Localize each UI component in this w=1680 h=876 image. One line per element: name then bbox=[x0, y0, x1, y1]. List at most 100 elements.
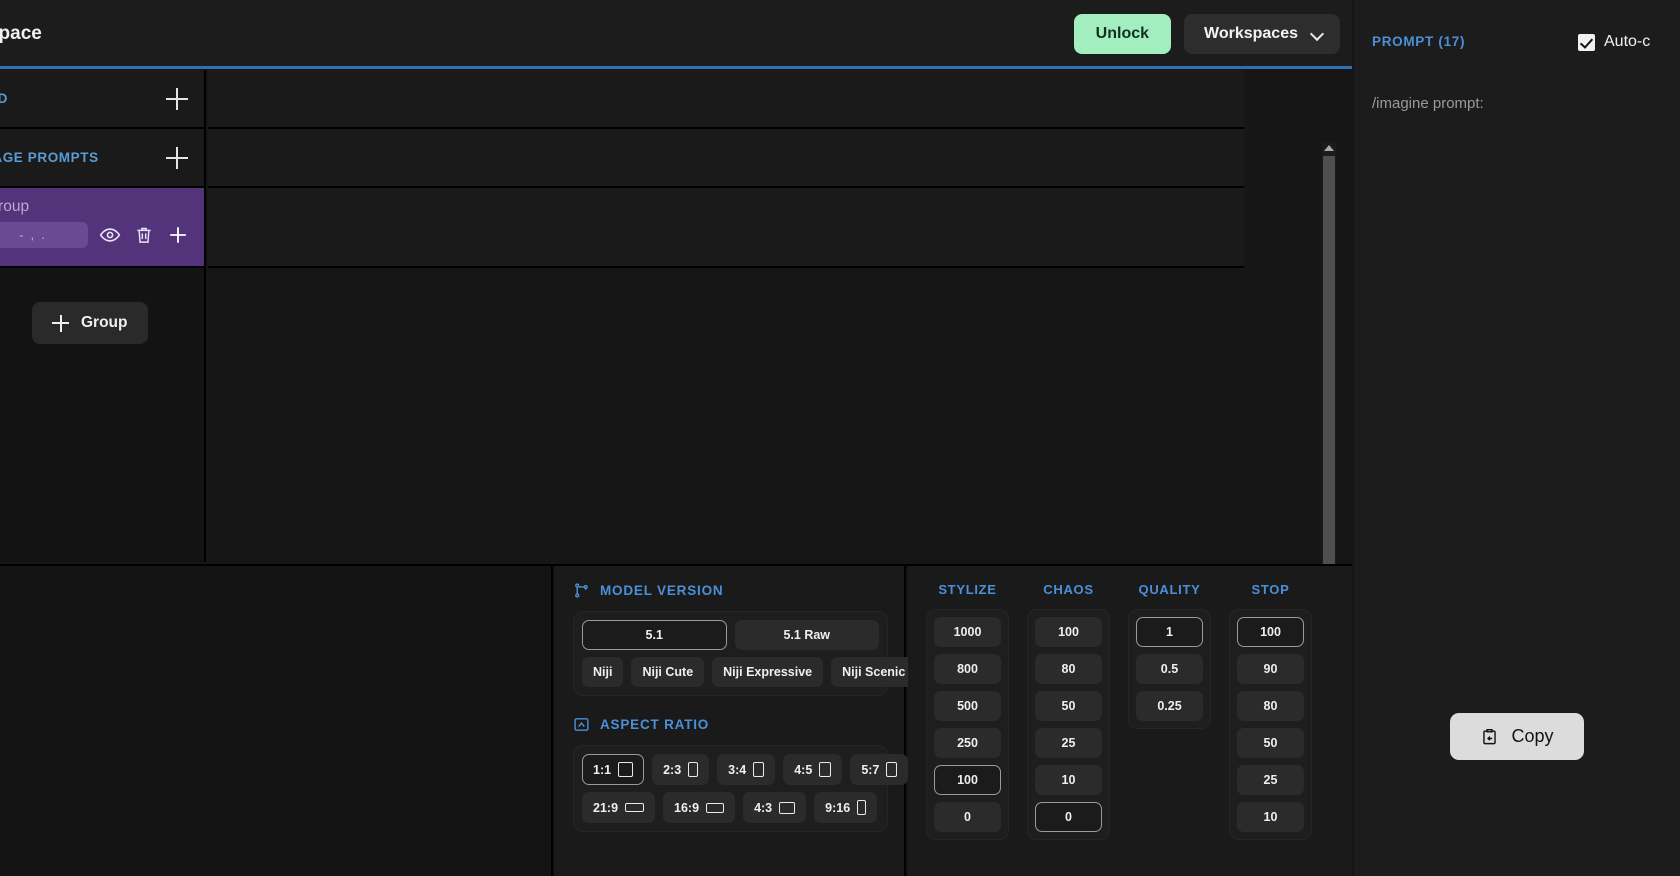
chaos-option-0[interactable]: 0 bbox=[1035, 802, 1102, 832]
aspect-ratio-1-1-button[interactable]: 1:1 bbox=[582, 754, 645, 785]
stop-option-100[interactable]: 100 bbox=[1237, 617, 1304, 647]
stylize-option-100[interactable]: 100 bbox=[934, 765, 1001, 795]
plus-icon[interactable] bbox=[166, 146, 188, 169]
parameter-column-quality: QUALITY 1 0.5 0.25 bbox=[1128, 582, 1211, 840]
stop-option-25[interactable]: 25 bbox=[1237, 765, 1304, 795]
stop-option-50[interactable]: 50 bbox=[1237, 728, 1304, 758]
scrollbar-thumb[interactable] bbox=[1323, 156, 1335, 616]
aspect-ratio-title: ASPECT RATIO bbox=[600, 717, 710, 732]
model-version-title: MODEL VERSION bbox=[600, 583, 724, 598]
canvas-empty-area bbox=[208, 268, 1244, 327]
quality-title: QUALITY bbox=[1138, 582, 1201, 597]
aspect-ratio-3-4-button[interactable]: 3:4 bbox=[717, 754, 776, 785]
auto-copy-checkbox[interactable] bbox=[1578, 33, 1595, 51]
canvas-row[interactable] bbox=[208, 188, 1244, 268]
quality-option-1[interactable]: 1 bbox=[1136, 617, 1203, 647]
stylize-title: STYLIZE bbox=[938, 582, 997, 597]
left-panel: ED IAGE PROMPTS Group - , . bbox=[0, 70, 206, 562]
chaos-options: 100 80 50 25 10 0 bbox=[1027, 609, 1110, 840]
workspaces-label: Workspaces bbox=[1204, 25, 1298, 42]
plus-icon[interactable] bbox=[166, 87, 188, 110]
model-version-niji-cute-button[interactable]: Niji Cute bbox=[631, 657, 705, 687]
add-group-button[interactable]: Group bbox=[32, 302, 148, 344]
aspect-ratio-header: ASPECT RATIO bbox=[573, 716, 888, 733]
bottom-left-empty-panel bbox=[0, 566, 553, 876]
plus-icon bbox=[52, 314, 69, 332]
model-settings-panel: MODEL VERSION 5.1 5.1 Raw Niji Niji Cute… bbox=[555, 566, 917, 876]
chaos-option-100[interactable]: 100 bbox=[1035, 617, 1102, 647]
stop-option-90[interactable]: 90 bbox=[1237, 654, 1304, 684]
top-bar: rkspace Unlock Workspaces bbox=[0, 0, 1352, 68]
aspect-ratio-group: 1:1 2:3 3:4 4:5 5:7 21:9 16:9 4:3 9:16 bbox=[573, 745, 909, 832]
center-canvas bbox=[208, 70, 1344, 632]
left-row-image-prompts[interactable]: IAGE PROMPTS bbox=[0, 129, 204, 188]
stylize-option-250[interactable]: 250 bbox=[934, 728, 1001, 758]
aspect-shape-icon bbox=[753, 762, 765, 777]
stop-option-10[interactable]: 10 bbox=[1237, 802, 1304, 832]
parameter-column-chaos: CHAOS 100 80 50 25 10 0 bbox=[1027, 582, 1110, 840]
center-rows bbox=[208, 70, 1244, 327]
group-row[interactable]: Group - , . bbox=[0, 188, 204, 268]
aspect-shape-icon bbox=[706, 802, 725, 813]
left-row-seed[interactable]: ED bbox=[0, 70, 204, 129]
aspect-ratio-9-16-label: 9:16 bbox=[825, 800, 851, 815]
auto-copy-toggle[interactable]: Auto-c bbox=[1578, 33, 1650, 51]
model-version-group: 5.1 5.1 Raw Niji Niji Cute Niji Expressi… bbox=[573, 611, 917, 696]
stylize-option-800[interactable]: 800 bbox=[934, 654, 1001, 684]
stylize-option-500[interactable]: 500 bbox=[934, 691, 1001, 721]
parameters-panel: STYLIZE 1000 800 500 250 100 0 CHAOS 100… bbox=[908, 566, 1352, 876]
trash-icon[interactable] bbox=[132, 223, 156, 247]
group-row-values[interactable]: - , . bbox=[0, 222, 88, 248]
aspect-ratio-4-3-button[interactable]: 4:3 bbox=[743, 792, 807, 823]
auto-copy-label: Auto-c bbox=[1604, 33, 1651, 50]
branch-icon bbox=[575, 583, 588, 598]
stop-title: STOP bbox=[1251, 582, 1290, 597]
aspect-ratio-5-7-button[interactable]: 5:7 bbox=[850, 754, 909, 785]
left-row-image-prompts-label: IAGE PROMPTS bbox=[0, 150, 99, 165]
aspect-ratio-9-16-button[interactable]: 9:16 bbox=[814, 792, 878, 823]
aspect-ratio-5-7-label: 5:7 bbox=[861, 762, 880, 777]
chaos-option-10[interactable]: 10 bbox=[1035, 765, 1102, 795]
aspect-shape-icon bbox=[857, 800, 867, 815]
stop-option-80[interactable]: 80 bbox=[1237, 691, 1304, 721]
quality-option-0-5[interactable]: 0.5 bbox=[1136, 654, 1203, 684]
prompt-panel: PROMPT (17) Auto-c /imagine prompt: Copy bbox=[1354, 0, 1680, 876]
chaos-option-25[interactable]: 25 bbox=[1035, 728, 1102, 758]
parameter-column-stop: STOP 100 90 80 50 25 10 bbox=[1229, 582, 1312, 840]
chaos-option-50[interactable]: 50 bbox=[1035, 691, 1102, 721]
quality-option-0-25[interactable]: 0.25 bbox=[1136, 691, 1203, 721]
aspect-shape-icon bbox=[618, 762, 634, 777]
aspect-ratio-icon bbox=[574, 718, 589, 731]
canvas-row[interactable] bbox=[208, 70, 1244, 129]
center-scrollbar[interactable] bbox=[1322, 142, 1336, 632]
copy-button-area: Copy bbox=[1354, 713, 1680, 760]
prompt-text[interactable]: /imagine prompt: bbox=[1372, 95, 1672, 112]
aspect-ratio-1-1-label: 1:1 bbox=[593, 762, 612, 777]
model-version-niji-scenic-button[interactable]: Niji Scenic bbox=[831, 657, 917, 687]
plus-icon[interactable] bbox=[166, 223, 190, 247]
scroll-up-arrow-icon[interactable] bbox=[1324, 145, 1334, 151]
stylize-option-0[interactable]: 0 bbox=[934, 802, 1001, 832]
model-version-niji-expressive-button[interactable]: Niji Expressive bbox=[712, 657, 824, 687]
stylize-option-1000[interactable]: 1000 bbox=[934, 617, 1001, 647]
aspect-ratio-21-9-button[interactable]: 21:9 bbox=[582, 792, 656, 823]
eye-icon[interactable] bbox=[98, 223, 122, 247]
add-group-area: Group bbox=[0, 268, 204, 344]
chaos-option-80[interactable]: 80 bbox=[1035, 654, 1102, 684]
model-version-niji-button[interactable]: Niji bbox=[582, 657, 624, 687]
model-version-5-1-raw-button[interactable]: 5.1 Raw bbox=[734, 620, 879, 650]
aspect-ratio-4-5-button[interactable]: 4:5 bbox=[783, 754, 843, 785]
unlock-button[interactable]: Unlock bbox=[1073, 14, 1172, 54]
model-version-5-1-button[interactable]: 5.1 bbox=[582, 620, 727, 650]
workspaces-dropdown-button[interactable]: Workspaces bbox=[1184, 14, 1340, 54]
model-version-row-niji: Niji Niji Cute Niji Expressive Niji Scen… bbox=[582, 657, 917, 687]
group-row-actions: - , . bbox=[0, 222, 190, 248]
aspect-ratio-2-3-button[interactable]: 2:3 bbox=[652, 754, 710, 785]
canvas-row[interactable] bbox=[208, 129, 1244, 188]
aspect-ratio-16-9-button[interactable]: 16:9 bbox=[663, 792, 736, 823]
parameter-columns: STYLIZE 1000 800 500 250 100 0 CHAOS 100… bbox=[908, 582, 1352, 840]
group-row-title: Group bbox=[0, 198, 30, 215]
left-row-seed-label: ED bbox=[0, 91, 8, 106]
app-root: rkspace Unlock Workspaces ED IAGE PROMPT… bbox=[0, 0, 1680, 876]
copy-button[interactable]: Copy bbox=[1450, 713, 1584, 760]
